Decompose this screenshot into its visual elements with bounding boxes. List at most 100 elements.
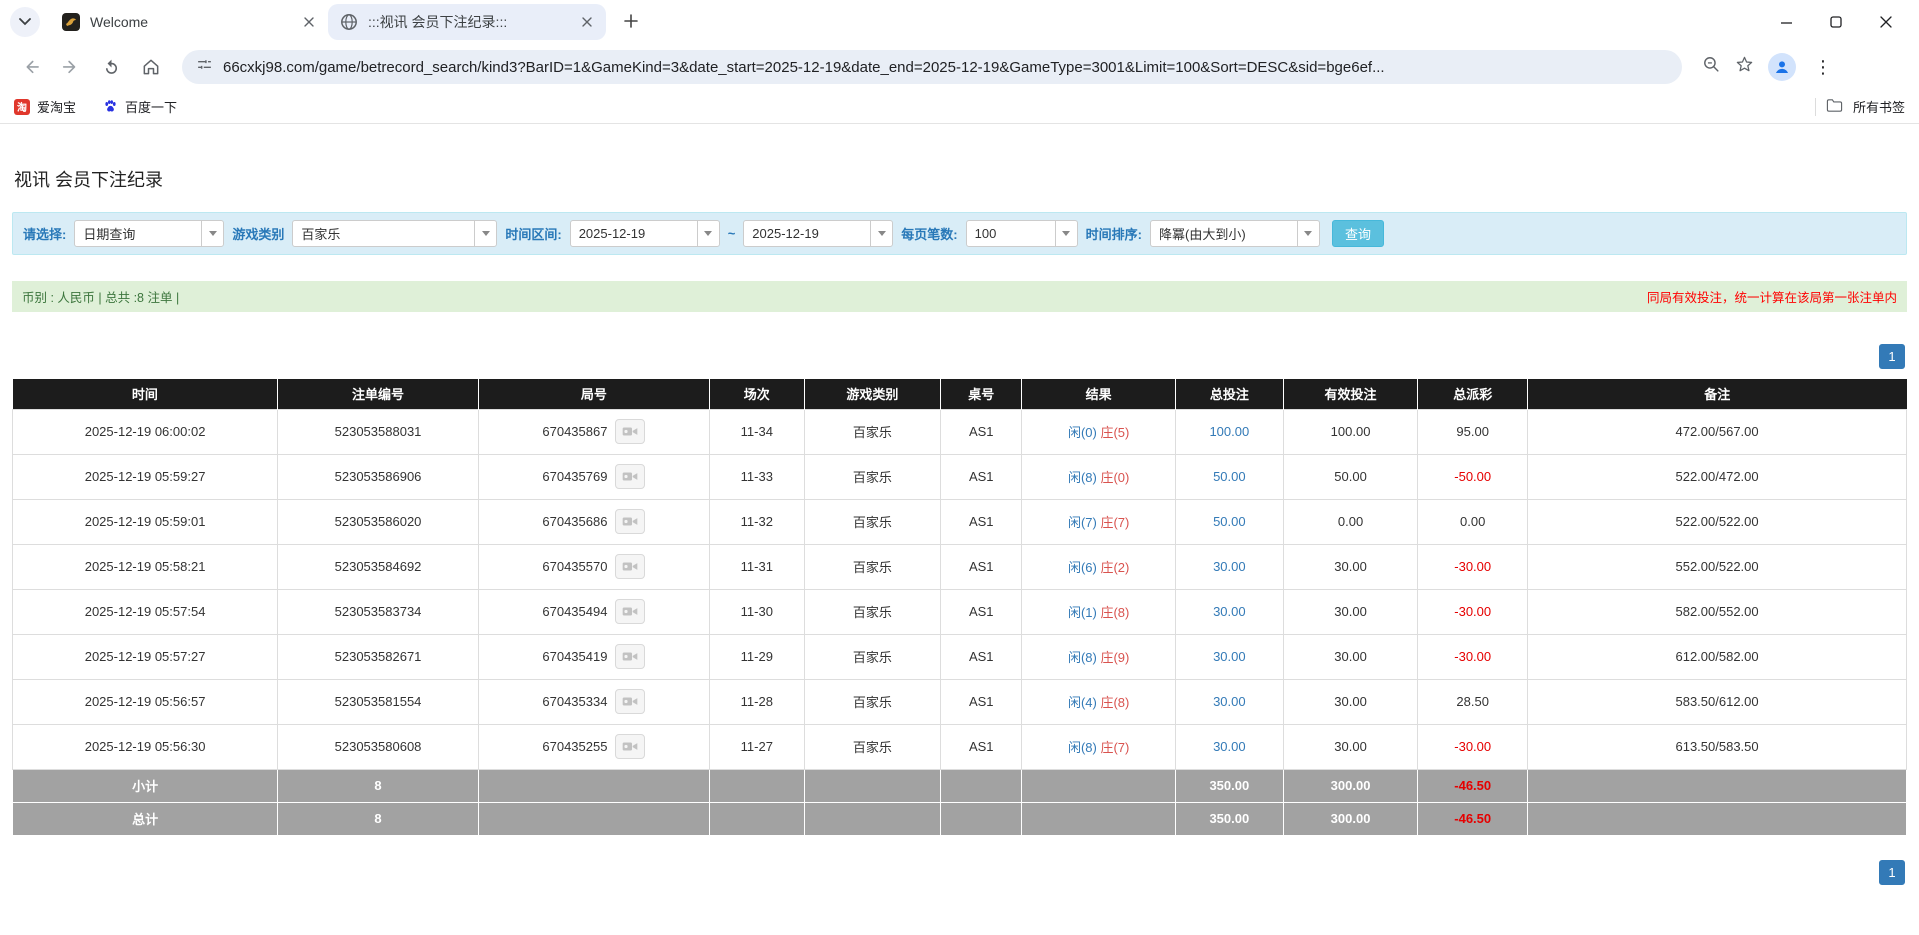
column-header: 总派彩 [1418,379,1528,409]
summary-label: 小计 [13,769,278,802]
bookmark-star-icon[interactable] [1735,55,1754,79]
back-button[interactable] [14,50,48,84]
reload-button[interactable] [94,50,128,84]
bookmark-aitaobao[interactable]: 淘 爱淘宝 [14,97,76,116]
result-player: 闲(7) [1068,515,1097,530]
window-controls [1773,0,1911,44]
tab-title: :::视讯 会员下注纪录::: [368,12,570,32]
video-replay-icon[interactable] [615,644,645,669]
tab-welcome[interactable]: Welcome [50,4,328,40]
minimize-button[interactable] [1773,9,1799,35]
cell-total-bet-link[interactable]: 30.00 [1175,634,1283,679]
cell-table-number: AS1 [941,589,1022,634]
cell-time: 2025-12-19 05:59:27 [13,454,278,499]
url-text[interactable]: 66cxkj98.com/game/betrecord_search/kind3… [223,59,1668,76]
bookmark-baidu[interactable]: 百度一下 [102,97,177,116]
baidu-paw-icon [102,99,118,115]
cell-total-bet-link[interactable]: 30.00 [1175,724,1283,769]
date-start-select[interactable]: 2025-12-19 [570,220,720,247]
cell-valid-bet: 100.00 [1283,409,1417,454]
video-replay-icon[interactable] [615,464,645,489]
bookmarks-right: 所有书签 [1815,97,1905,116]
video-replay-icon[interactable] [615,509,645,534]
date-end-select[interactable]: 2025-12-19 [743,220,893,247]
cell-total-bet-link[interactable]: 50.00 [1175,499,1283,544]
summary-bar: 币别 : 人民币 | 总共 :8 注单 | 同局有效投注，统一计算在该局第一张注… [12,281,1907,312]
date-range-label: 时间区间: [505,224,561,243]
cell-bet-id: 523053586020 [278,499,479,544]
video-replay-icon[interactable] [615,419,645,444]
cell-total-bet-link[interactable]: 30.00 [1175,544,1283,589]
cell-remark: 552.00/522.00 [1528,544,1907,589]
tilde-separator: ~ [728,226,736,241]
cell-payout: -30.00 [1418,724,1528,769]
cell-payout: -30.00 [1418,634,1528,679]
column-header: 注单编号 [278,379,479,409]
bookmark-label: 爱淘宝 [37,97,76,116]
site-settings-icon[interactable] [196,56,213,78]
round-number: 670435494 [542,604,607,619]
page-1-button[interactable]: 1 [1879,860,1905,885]
cell-total-bet-link[interactable]: 50.00 [1175,454,1283,499]
video-replay-icon[interactable] [615,689,645,714]
cell-result: 闲(8) 庄(9) [1022,634,1175,679]
cell-remark: 612.00/582.00 [1528,634,1907,679]
profile-avatar[interactable] [1768,53,1796,81]
summary-empty-cell [1528,769,1907,802]
new-tab-button[interactable] [616,7,646,37]
url-bar[interactable]: 66cxkj98.com/game/betrecord_search/kind3… [182,50,1682,84]
cell-game-kind: 百家乐 [804,544,940,589]
cell-session: 11-29 [709,634,804,679]
game-kind-select[interactable]: 百家乐 [292,220,497,247]
cell-remark: 522.00/522.00 [1528,499,1907,544]
cell-total-bet-link[interactable]: 30.00 [1175,679,1283,724]
browser-menu-button[interactable]: ⋮ [1810,58,1836,76]
cell-time: 2025-12-19 05:59:01 [13,499,278,544]
forward-button[interactable] [54,50,88,84]
home-button[interactable] [134,50,168,84]
close-window-button[interactable] [1873,9,1899,35]
cell-total-bet-link[interactable]: 100.00 [1175,409,1283,454]
cell-remark: 472.00/567.00 [1528,409,1907,454]
cell-remark: 522.00/472.00 [1528,454,1907,499]
close-icon[interactable] [578,13,596,31]
tab-search-button[interactable] [10,7,40,37]
notice-text: 同局有效投注，统一计算在该局第一张注单内 [1647,287,1897,306]
cell-table-number: AS1 [941,544,1022,589]
result-banker: 庄(8) [1100,695,1129,710]
per-page-select[interactable]: 100 [966,220,1078,247]
summary-empty-cell [941,769,1022,802]
all-bookmarks-label[interactable]: 所有书签 [1853,97,1905,116]
query-type-select[interactable]: 日期查询 [74,220,224,247]
column-header: 有效投注 [1283,379,1417,409]
video-replay-icon[interactable] [615,554,645,579]
result-player: 闲(8) [1068,470,1097,485]
table-row: 2025-12-19 05:58:21523053584692670435570… [13,544,1907,589]
cell-result: 闲(1) 庄(8) [1022,589,1175,634]
tab-betrecord[interactable]: :::视讯 会员下注纪录::: [328,4,606,40]
column-header: 时间 [13,379,278,409]
cell-round: 670435255 [478,724,709,769]
sort-select[interactable]: 降冪(由大到小) [1150,220,1320,247]
video-replay-icon[interactable] [615,599,645,624]
plus-icon [624,10,638,34]
cell-round: 670435867 [478,409,709,454]
zoom-icon[interactable] [1702,55,1721,79]
cell-result: 闲(7) 庄(7) [1022,499,1175,544]
bookmark-label: 百度一下 [125,97,177,116]
divider [1815,98,1816,116]
result-banker: 庄(5) [1100,425,1129,440]
maximize-button[interactable] [1823,9,1849,35]
summary-empty-cell [709,802,804,835]
search-button[interactable]: 查询 [1332,220,1384,247]
cell-game-kind: 百家乐 [804,589,940,634]
video-replay-icon[interactable] [615,734,645,759]
close-icon[interactable] [300,13,318,31]
result-banker: 庄(8) [1100,605,1129,620]
page-1-button[interactable]: 1 [1879,344,1905,369]
cell-total-bet-link[interactable]: 30.00 [1175,589,1283,634]
column-header: 场次 [709,379,804,409]
cell-game-kind: 百家乐 [804,454,940,499]
result-player: 闲(8) [1068,650,1097,665]
column-header: 备注 [1528,379,1907,409]
